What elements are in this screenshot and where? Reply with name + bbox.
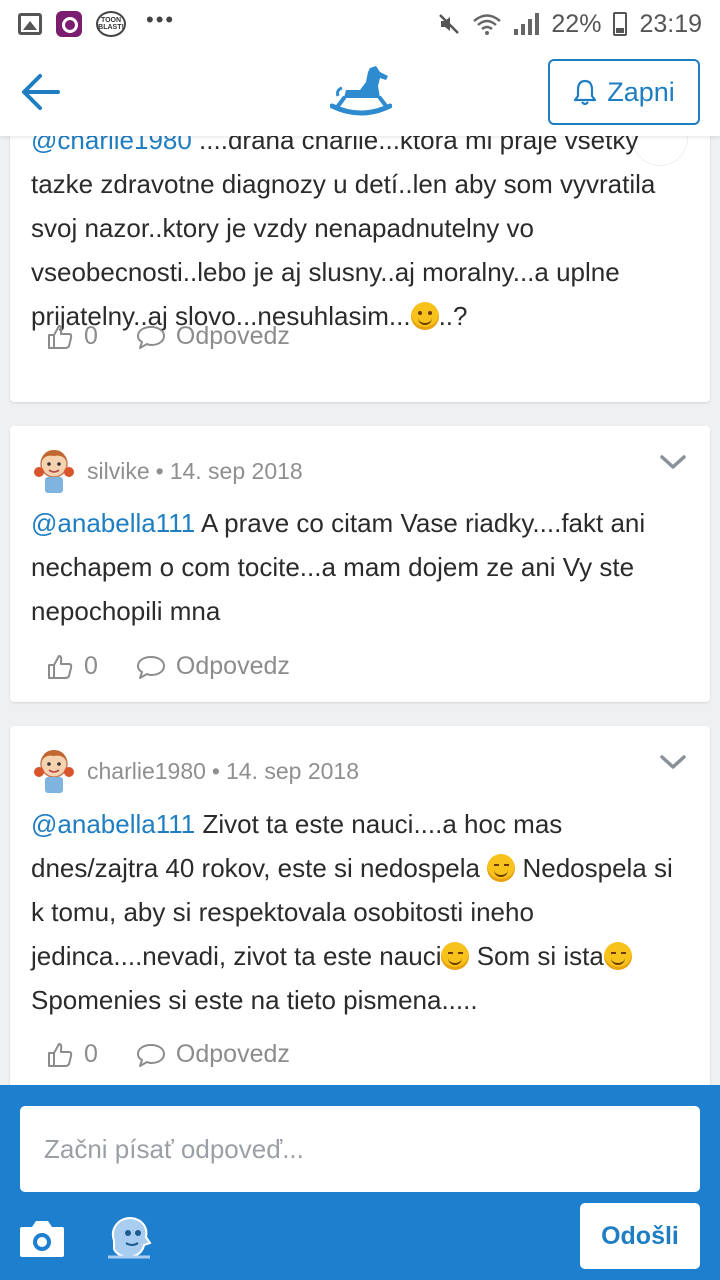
- chevron-down-icon[interactable]: [658, 752, 688, 772]
- comment-card: charlie1980 • 14. sep 2018 @anabella111 Zi…: [10, 726, 710, 1085]
- author-name[interactable]: charlie1980: [87, 758, 206, 784]
- back-button[interactable]: [14, 66, 66, 118]
- comment-card: silvike • 14. sep 2018 @anabella111 A prav…: [10, 426, 710, 702]
- battery-percent: 22%: [551, 9, 602, 38]
- comment-text: @charlie1980 ....drahá charlie...ktora m…: [31, 136, 691, 338]
- gallery-icon: [18, 13, 42, 35]
- comment-header: silvike • 14. sep 2018: [29, 444, 303, 498]
- reply-label: Odpovedz: [175, 1040, 290, 1068]
- like-button[interactable]: 0: [46, 322, 98, 351]
- thumbs-up-icon: [48, 654, 73, 679]
- status-bar: TOON BLAST! ••• 22% 23:19: [0, 0, 720, 48]
- notify-button[interactable]: Zapni: [548, 59, 700, 125]
- reply-label: Odpovedz: [175, 322, 290, 350]
- reply-button[interactable]: Odpovedz: [136, 652, 290, 681]
- mention-link[interactable]: @anabella111: [31, 508, 195, 538]
- like-button[interactable]: 0: [46, 652, 98, 681]
- like-count: 0: [84, 1040, 98, 1068]
- winking-face-emoji-icon: [487, 854, 516, 882]
- reply-label: Odpovedz: [175, 652, 290, 680]
- winking-face-emoji-icon: [603, 942, 632, 970]
- send-button[interactable]: Odošli: [580, 1203, 700, 1269]
- reply-input[interactable]: [20, 1106, 700, 1192]
- more-notifications-icon: •••: [146, 7, 176, 32]
- rocking-horse-logo-icon[interactable]: [330, 62, 392, 122]
- comment-feed[interactable]: @charlie1980 ....drahá charlie...ktora m…: [0, 136, 720, 1085]
- battery-icon: [613, 12, 628, 36]
- signal-icon: [514, 13, 540, 35]
- app-bar: Zapni: [0, 48, 720, 136]
- comment-card: @charlie1980 ....drahá charlie...ktora m…: [10, 136, 710, 402]
- speech-bubble-icon: [136, 325, 165, 349]
- speech-bubble-icon: [136, 655, 165, 679]
- notify-label: Zapni: [607, 76, 675, 107]
- comment-actions: 0 Odpovedz: [46, 652, 290, 681]
- like-count: 0: [84, 652, 98, 680]
- comment-actions: 0 Odpovedz: [46, 322, 290, 351]
- comment-text: @anabella111 Zivot ta este nauci....a ho…: [31, 809, 673, 1015]
- comment-date: 14. sep 2018: [169, 457, 303, 484]
- reply-composer: Odošli: [0, 1085, 720, 1280]
- comment-text: @anabella111 A prave co citam Vase riadk…: [31, 508, 646, 626]
- mute-icon: [439, 14, 460, 34]
- speech-bubble-icon: [136, 1043, 165, 1067]
- toon-blast-icon: TOON BLAST!: [96, 11, 126, 37]
- comment-meta: charlie1980 • 14. sep 2018: [87, 757, 359, 784]
- mention-link[interactable]: @anabella111: [31, 809, 195, 839]
- chevron-down-icon[interactable]: [658, 452, 688, 472]
- avatar[interactable]: [29, 744, 79, 798]
- comment-meta: silvike • 14. sep 2018: [87, 457, 303, 484]
- arrow-left-icon: [22, 74, 60, 110]
- winking-face-emoji-icon: [441, 942, 470, 970]
- thumbs-up-icon: [48, 324, 73, 349]
- camera-app-icon: [56, 11, 82, 37]
- mention-link[interactable]: @charlie1980: [31, 136, 192, 155]
- comment-date: 14. sep 2018: [225, 757, 359, 784]
- reply-button[interactable]: Odpovedz: [136, 1040, 290, 1069]
- comment-actions: 0 Odpovedz: [46, 1040, 290, 1069]
- thumbs-up-icon: [48, 1042, 73, 1067]
- smiling-blush-emoji-icon: [410, 302, 439, 330]
- author-name[interactable]: silvike: [87, 458, 150, 484]
- like-count: 0: [84, 322, 98, 350]
- clock: 23:19: [639, 9, 702, 38]
- sticker-icon[interactable]: [104, 1211, 154, 1263]
- wifi-icon: [473, 14, 502, 35]
- bell-icon: [574, 79, 597, 106]
- avatar[interactable]: [29, 444, 79, 498]
- comment-header: charlie1980 • 14. sep 2018: [29, 744, 359, 798]
- camera-icon[interactable]: [18, 1217, 66, 1259]
- like-button[interactable]: 0: [46, 1040, 98, 1069]
- reply-button[interactable]: Odpovedz: [136, 322, 290, 351]
